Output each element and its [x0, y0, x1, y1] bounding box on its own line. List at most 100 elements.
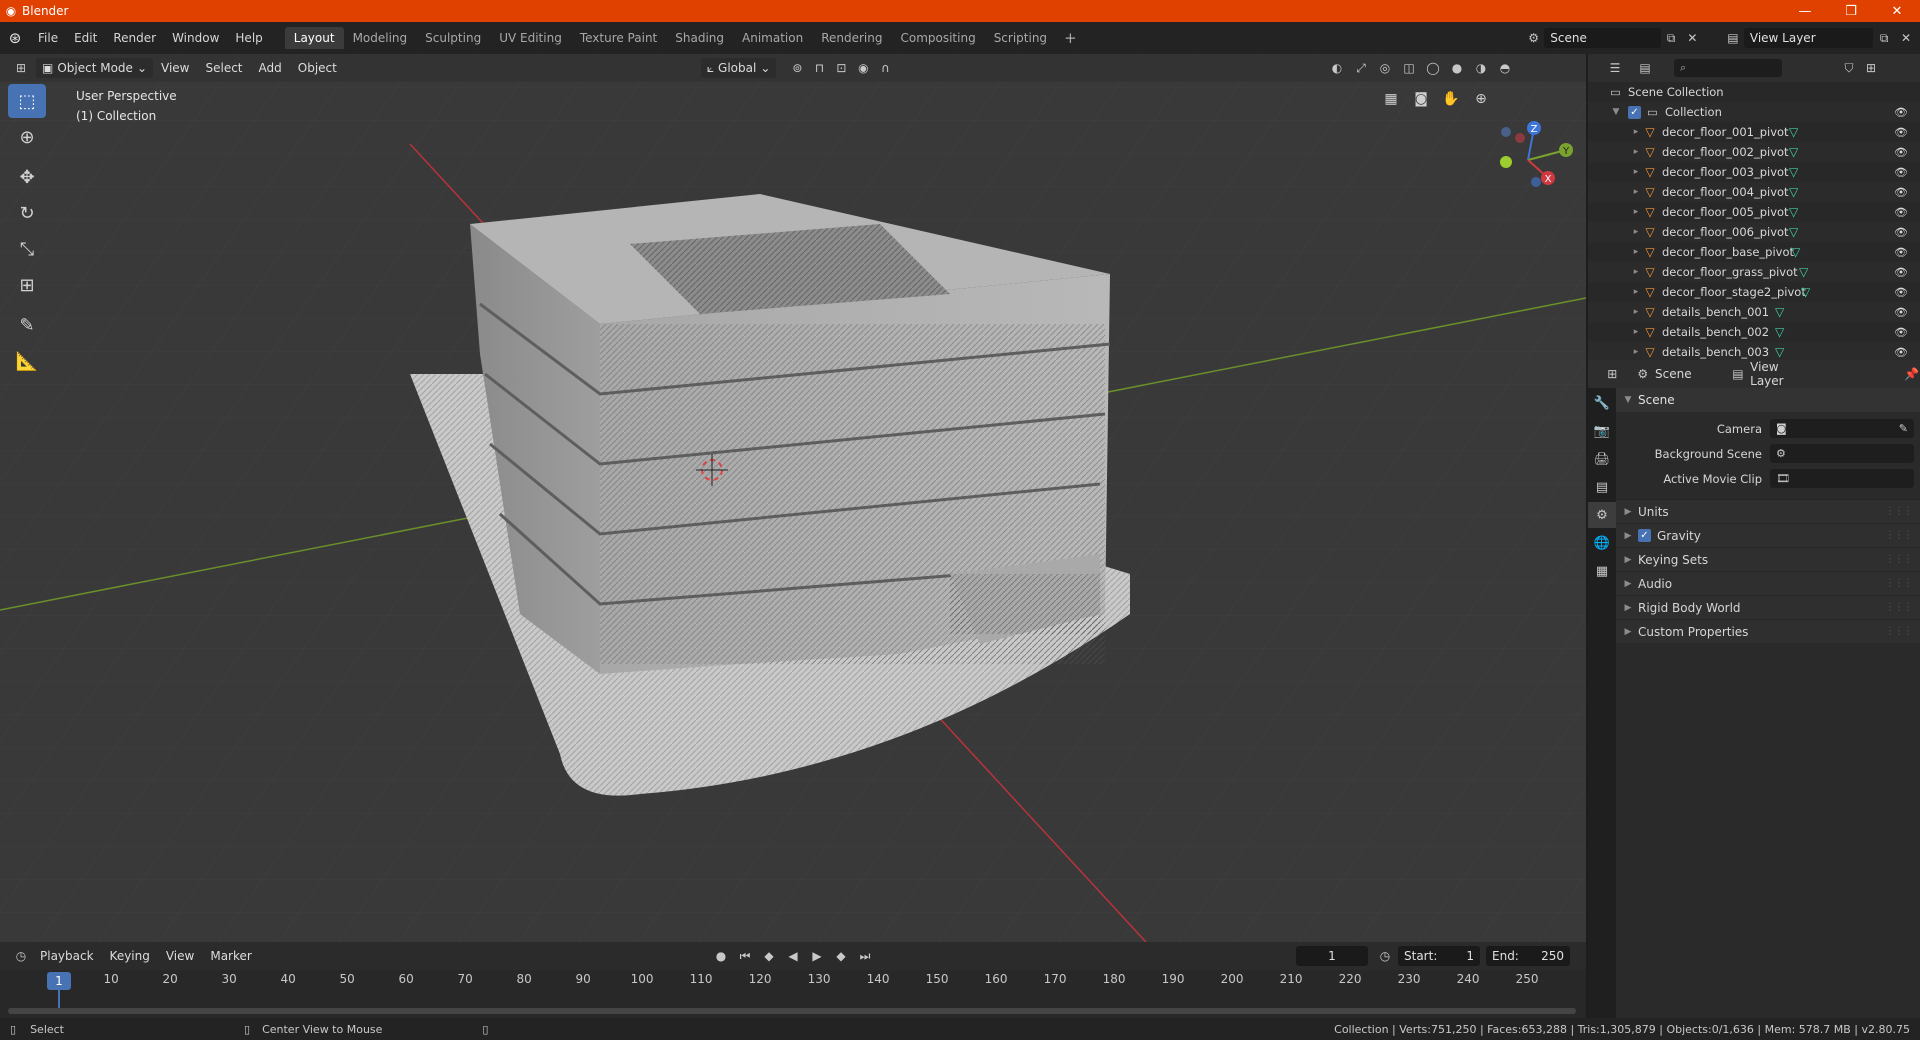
menu-file[interactable]: File [30, 27, 66, 49]
world-tab-icon[interactable]: 🌐 [1588, 530, 1616, 556]
tool-tab-icon[interactable]: 🔧 [1588, 390, 1616, 416]
timeline-menu-marker[interactable]: Marker [202, 946, 259, 966]
eye-icon[interactable]: 👁 [1894, 226, 1908, 239]
material-shading-icon[interactable]: ◑ [1470, 58, 1492, 78]
menu-window[interactable]: Window [164, 27, 227, 49]
drag-handle-icon[interactable]: ⋮⋮⋮ [1885, 530, 1913, 541]
collection-checkbox[interactable]: ✓ [1628, 105, 1641, 119]
wireframe-shading-icon[interactable]: ◯ [1422, 58, 1444, 78]
outliner-object-row[interactable]: ▸ ▽ decor_floor_stage2_pivot ▽ 👁 [1588, 282, 1920, 302]
current-frame-field[interactable]: 1 [1296, 946, 1368, 966]
viewport-menu-object[interactable]: Object [290, 58, 345, 78]
close-button[interactable]: ✕ [1874, 0, 1920, 22]
start-frame-field[interactable]: Start: 1 [1398, 946, 1480, 966]
mesh-data-icon[interactable]: ▽ [1775, 305, 1784, 319]
menu-help[interactable]: Help [227, 27, 270, 49]
tab-animation[interactable]: Animation [733, 27, 812, 49]
mesh-data-icon[interactable]: ▽ [1775, 325, 1784, 339]
end-frame-field[interactable]: End: 250 [1486, 946, 1570, 966]
expand-triangle-icon[interactable]: ▸ [1630, 147, 1642, 157]
preview-range-clock-icon[interactable]: ◷ [1374, 946, 1396, 966]
eye-icon[interactable]: 👁 [1894, 346, 1908, 359]
tab-shading[interactable]: Shading [666, 27, 733, 49]
audio-panel[interactable]: ▶ Audio ⋮⋮⋮ [1616, 571, 1920, 595]
properties-view-layer-label[interactable]: View Layer [1750, 360, 1799, 388]
mesh-data-icon[interactable]: ▽ [1789, 185, 1798, 199]
pivot-point-icon[interactable]: ⊚ [786, 58, 808, 78]
visibility-icon[interactable]: ◐ [1326, 58, 1348, 78]
drag-handle-icon[interactable]: ⋮⋮⋮ [1885, 506, 1913, 517]
current-frame-indicator[interactable]: 1 [47, 972, 71, 990]
viewport-menu-select[interactable]: Select [197, 58, 250, 78]
keying-sets-panel[interactable]: ▶ Keying Sets ⋮⋮⋮ [1616, 547, 1920, 571]
scene-name-field[interactable]: Scene [1544, 28, 1661, 48]
expand-triangle-icon[interactable]: ▸ [1630, 167, 1642, 177]
tab-layout[interactable]: Layout [284, 27, 344, 49]
expand-triangle-icon[interactable]: ▸ [1630, 327, 1642, 337]
expand-triangle-icon[interactable]: ▸ [1630, 207, 1642, 217]
eye-icon[interactable]: 👁 [1894, 266, 1908, 279]
new-view-layer-icon[interactable]: ⧉ [1873, 28, 1895, 48]
outliner-object-row[interactable]: ▸ ▽ decor_floor_006_pivot ▽ 👁 [1588, 222, 1920, 242]
pan-hand-icon[interactable]: ✋ [1438, 86, 1464, 112]
custom-properties-panel[interactable]: ▶ Custom Properties ⋮⋮⋮ [1616, 619, 1920, 643]
render-tab-icon[interactable]: 📷 [1588, 418, 1616, 444]
3d-viewport[interactable]: Z Y X ⊞ ▣ Object Mode ⌄ View Select Add Ob… [0, 54, 1586, 942]
mesh-data-icon[interactable]: ▽ [1775, 345, 1784, 359]
eye-icon[interactable]: 👁 [1894, 206, 1908, 219]
maximize-button[interactable]: ❐ [1828, 0, 1874, 22]
select-box-tool-icon[interactable]: ⬚ [8, 84, 46, 118]
jump-end-icon[interactable]: ⏭ [854, 946, 876, 966]
collection-row[interactable]: ▼ ✓ ▭ Collection 👁 [1588, 102, 1920, 122]
expand-triangle-icon[interactable]: ▸ [1630, 307, 1642, 317]
tab-uv-editing[interactable]: UV Editing [490, 27, 571, 49]
add-workspace-icon[interactable]: + [1056, 27, 1085, 49]
texture-tab-icon[interactable]: ▦ [1588, 558, 1616, 584]
eye-icon[interactable]: 👁 [1894, 146, 1908, 159]
tab-texture-paint[interactable]: Texture Paint [571, 27, 666, 49]
eye-icon[interactable]: 👁 [1894, 186, 1908, 199]
annotate-tool-icon[interactable]: ✎ [8, 308, 46, 342]
camera-view-icon[interactable]: ◙ [1408, 86, 1434, 112]
expand-triangle-icon[interactable]: ▸ [1630, 247, 1642, 257]
new-scene-icon[interactable]: ⧉ [1661, 28, 1682, 48]
timeline-editor-type-icon[interactable]: ◷ [10, 946, 32, 966]
scale-tool-icon[interactable]: ⤡ [8, 232, 46, 266]
timeline-scrollbar[interactable] [8, 1008, 1576, 1014]
jump-start-icon[interactable]: ⏮ [734, 946, 756, 966]
drag-handle-icon[interactable]: ⋮⋮⋮ [1885, 554, 1913, 565]
outliner-object-row[interactable]: ▸ ▽ decor_floor_grass_pivot ▽ 👁 [1588, 262, 1920, 282]
proportional-edit-icon[interactable]: ◉ [852, 58, 874, 78]
mesh-data-icon[interactable]: ▽ [1801, 285, 1810, 299]
editor-type-icon[interactable]: ⊞ [10, 58, 32, 78]
prev-keyframe-icon[interactable]: ◆ [758, 946, 780, 966]
outliner-editor-type-icon[interactable]: ☰ [1604, 58, 1626, 78]
drag-handle-icon[interactable]: ⋮⋮⋮ [1885, 578, 1913, 589]
eye-icon[interactable]: 👁 [1894, 246, 1908, 259]
gravity-panel[interactable]: ▶ ✓ Gravity ⋮⋮⋮ [1616, 523, 1920, 547]
outliner-object-row[interactable]: ▸ ▽ details_bench_001 ▽ 👁 [1588, 302, 1920, 322]
tab-scripting[interactable]: Scripting [985, 27, 1056, 49]
expand-triangle-icon[interactable]: ▸ [1630, 227, 1642, 237]
view-layer-name-field[interactable]: View Layer [1743, 28, 1874, 48]
viewport-menu-view[interactable]: View [153, 58, 197, 78]
eye-icon[interactable]: 👁 [1894, 326, 1908, 339]
delete-view-layer-icon[interactable]: ✕ [1895, 28, 1917, 48]
expand-triangle-icon[interactable]: ▸ [1630, 267, 1642, 277]
snap-icon[interactable]: ⊓ [808, 58, 830, 78]
tab-modeling[interactable]: Modeling [344, 27, 417, 49]
measure-tool-icon[interactable]: 📐 [8, 344, 46, 378]
rigid-body-world-panel[interactable]: ▶ Rigid Body World ⋮⋮⋮ [1616, 595, 1920, 619]
outliner-object-row[interactable]: ▸ ▽ details_bench_002 ▽ 👁 [1588, 322, 1920, 342]
view-layer-tab-icon[interactable]: ▤ [1588, 474, 1616, 500]
eyedropper-icon[interactable]: ✎ [1899, 422, 1908, 435]
tab-compositing[interactable]: Compositing [891, 27, 984, 49]
zoom-icon[interactable]: ⊕ [1468, 86, 1494, 112]
mesh-data-icon[interactable]: ▽ [1791, 245, 1800, 259]
outliner-object-row[interactable]: ▸ ▽ decor_floor_001_pivot ▽ 👁 [1588, 122, 1920, 142]
pin-icon[interactable]: 📌 [1904, 364, 1920, 384]
transform-tool-icon[interactable]: ⊞ [8, 268, 46, 302]
outliner-object-row[interactable]: ▸ ▽ details_bench_003 ▽ 👁 [1588, 342, 1920, 362]
new-collection-icon[interactable]: ⊞ [1860, 58, 1882, 78]
eye-icon[interactable]: 👁 [1894, 306, 1908, 319]
